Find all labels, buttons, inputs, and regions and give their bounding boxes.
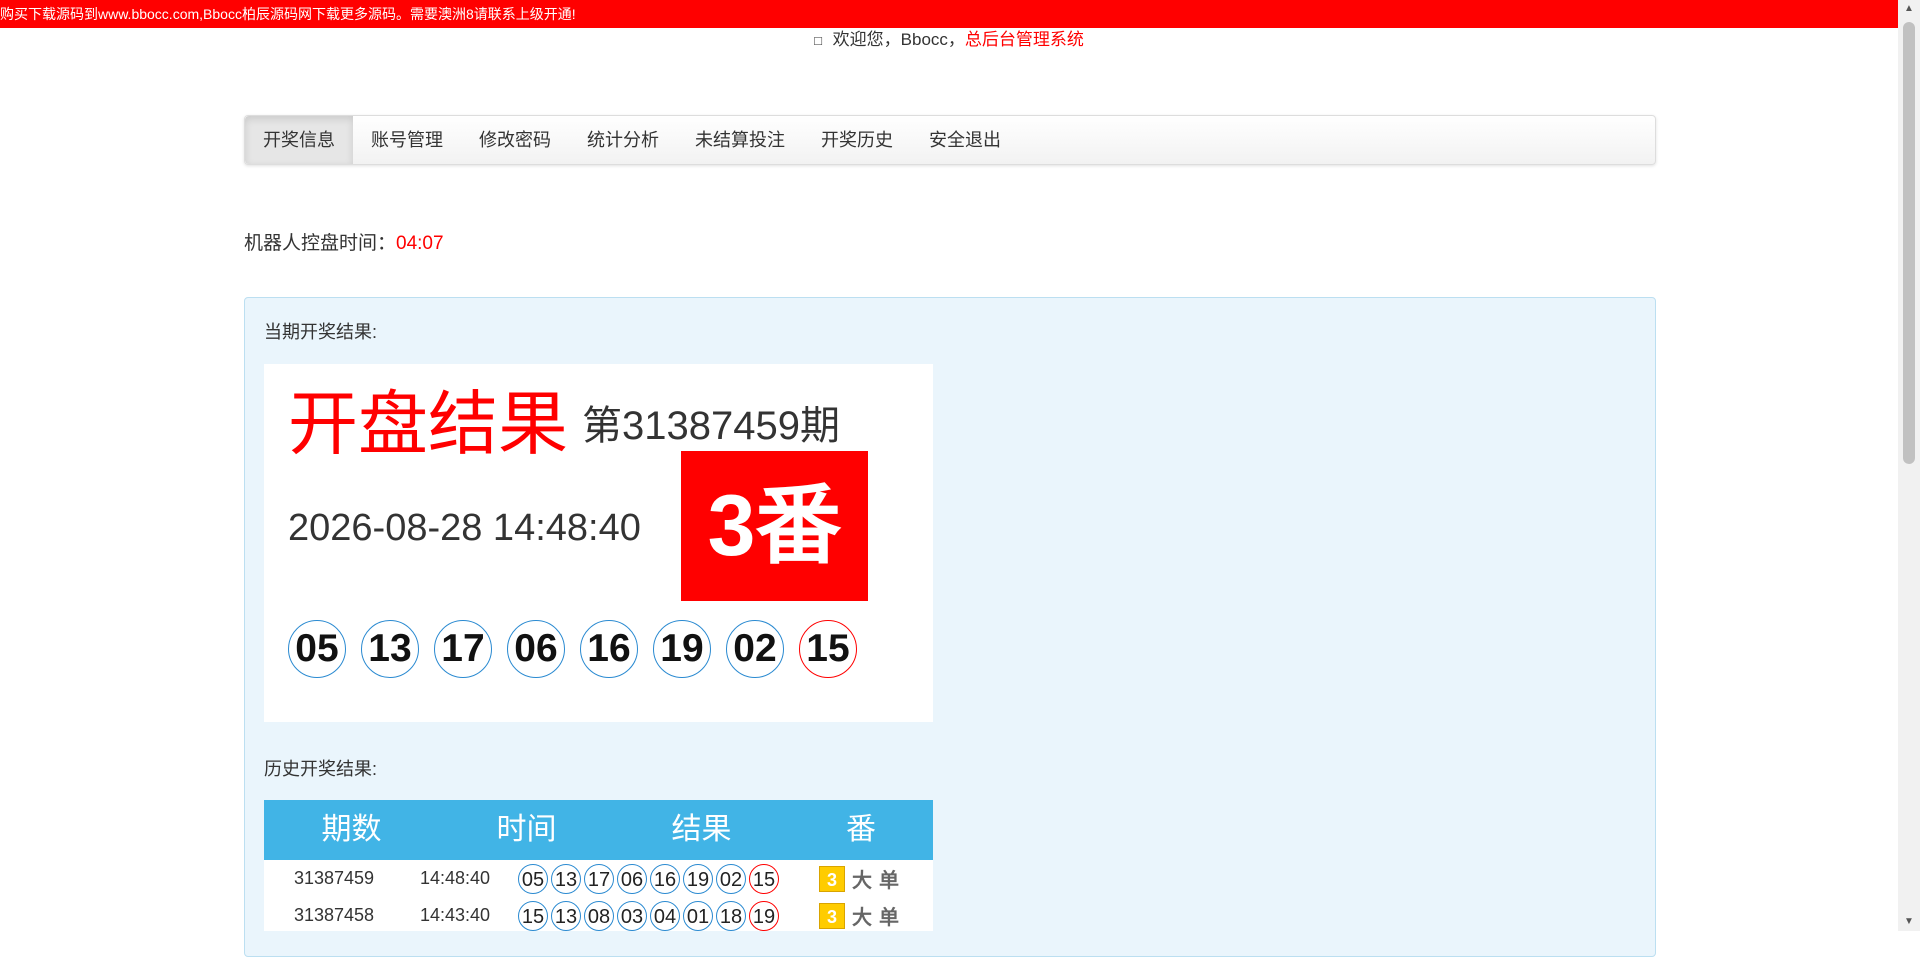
header-result: 结果 <box>671 813 732 846</box>
row-ball: 01 <box>683 900 713 931</box>
row-ball: 15 <box>518 900 548 931</box>
parity-tag: 单 <box>879 907 899 929</box>
notice-text: 购买下载源码到www.bbocc.com,Bbocc柏辰源码网下载更多源码。需要… <box>0 6 576 22</box>
row-fan: 3 大 单 <box>785 901 933 930</box>
result-period: 第31387459期 <box>582 404 840 448</box>
result-ball: 05 <box>288 620 346 678</box>
row-ball: 13 <box>551 900 581 931</box>
row-ball: 19 <box>683 863 713 894</box>
row-ball: 16 <box>650 863 680 894</box>
row-ball: 03 <box>617 900 647 931</box>
current-result-label: 当期开奖结果: <box>264 322 378 342</box>
notice-bar: 购买下载源码到www.bbocc.com,Bbocc柏辰源码网下载更多源码。需要… <box>0 0 1898 28</box>
current-balls: 05 13 17 06 16 19 02 15 <box>288 620 857 678</box>
result-ball: 13 <box>361 620 419 678</box>
row-period: 31387459 <box>293 868 375 888</box>
row-period: 31387458 <box>293 905 375 925</box>
nav-item-draw-info[interactable]: 开奖信息 <box>245 116 353 164</box>
nav-item-logout[interactable]: 安全退出 <box>911 116 1019 164</box>
row-ball: 18 <box>716 900 746 931</box>
row-balls: 15 13 08 03 04 01 18 19 <box>506 900 785 931</box>
fan-badge: 3 <box>819 902 845 929</box>
row-ball: 05 <box>518 863 548 894</box>
size-tag: 大 <box>852 907 872 929</box>
system-name: 总后台管理系统 <box>964 30 1084 49</box>
row-fan: 3 大 单 <box>785 864 933 893</box>
row-ball: 17 <box>584 863 614 894</box>
history-result-label: 历史开奖结果: <box>264 759 378 779</box>
nav-item-account-management[interactable]: 账号管理 <box>353 116 461 164</box>
welcome-line: □ 欢迎您，Bbocc，总后台管理系统 <box>0 28 1898 53</box>
user-icon: □ <box>814 33 822 48</box>
row-ball-special: 15 <box>749 863 779 894</box>
result-ball: 19 <box>653 620 711 678</box>
row-ball: 08 <box>584 900 614 931</box>
table-row: 31387459 14:48:40 05 13 17 06 16 19 02 1… <box>264 860 933 897</box>
main-nav: 开奖信息 账号管理 修改密码 统计分析 未结算投注 开奖历史 安全退出 <box>244 115 1656 165</box>
result-fan-box: 3番 <box>681 451 868 601</box>
parity-tag: 单 <box>879 870 899 892</box>
robot-time-value: 04:07 <box>396 233 444 254</box>
result-ball: 02 <box>726 620 784 678</box>
row-ball: 04 <box>650 900 680 931</box>
welcome-text: 欢迎您，Bbocc， <box>832 30 965 49</box>
result-title: 开盘结果 <box>288 385 568 463</box>
robot-time-label: 机器人控盘时间： <box>244 233 397 254</box>
fan-badge: 3 <box>819 865 845 892</box>
row-ball: 13 <box>551 863 581 894</box>
history-table-header: 期数 时间 结果 番 <box>264 800 933 860</box>
table-row: 31387458 14:43:40 15 13 08 03 04 01 18 1… <box>264 897 933 931</box>
row-ball: 06 <box>617 863 647 894</box>
header-fan: 番 <box>846 813 876 846</box>
result-ball-special: 15 <box>799 620 857 678</box>
header-time: 时间 <box>496 813 557 846</box>
history-table: 期数 时间 结果 番 31387459 14:48:40 05 13 17 06… <box>264 800 933 931</box>
scroll-down-arrow-icon[interactable]: ▼ <box>1898 913 1920 931</box>
page-scrollbar[interactable]: ▲ ▼ <box>1898 0 1920 931</box>
row-ball-special: 19 <box>749 900 779 931</box>
result-ball: 17 <box>434 620 492 678</box>
robot-control-time: 机器人控盘时间：04:07 <box>244 228 444 255</box>
current-result-card: 开盘结果 第31387459期 2026-08-28 14:48:40 3番 0… <box>264 364 933 722</box>
row-time: 14:43:40 <box>419 905 491 925</box>
size-tag: 大 <box>852 870 872 892</box>
result-ball: 06 <box>507 620 565 678</box>
row-balls: 05 13 17 06 16 19 02 15 <box>506 863 785 894</box>
header-period: 期数 <box>321 813 382 846</box>
result-ball: 16 <box>580 620 638 678</box>
nav-item-draw-history[interactable]: 开奖历史 <box>803 116 911 164</box>
nav-item-change-password[interactable]: 修改密码 <box>461 116 569 164</box>
nav-item-unsettled-bets[interactable]: 未结算投注 <box>677 116 803 164</box>
nav-item-statistics[interactable]: 统计分析 <box>569 116 677 164</box>
row-time: 14:48:40 <box>419 868 491 888</box>
scrollbar-thumb[interactable] <box>1903 22 1915 464</box>
row-ball: 02 <box>716 863 746 894</box>
result-datetime: 2026-08-28 14:48:40 <box>288 507 641 549</box>
scroll-up-arrow-icon[interactable]: ▲ <box>1898 0 1920 18</box>
